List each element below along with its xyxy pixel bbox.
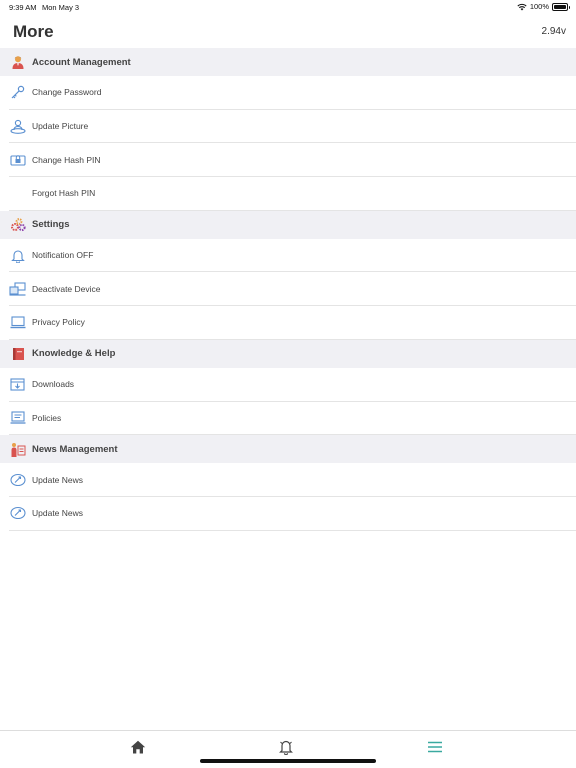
blank-icon [9,185,26,202]
menu-item-policies[interactable]: Policies [9,402,576,436]
menu-item-label: Change Password [32,87,102,98]
devices-icon [9,280,26,297]
menu-item-label: Notification OFF [32,250,94,261]
more-menu-list: Account Management Change Password Updat… [0,48,576,531]
laptop-icon [9,314,26,331]
menu-item-label: Change Hash PIN [32,154,101,165]
home-indicator [200,759,376,763]
document-icon [9,409,26,426]
status-indicators: 100% [517,2,570,11]
page-title: More [13,22,54,41]
menu-item-update-picture[interactable]: Update Picture [9,110,576,144]
bottom-tab-bar [0,730,576,768]
wifi-icon [517,3,527,10]
presenter-icon [10,441,26,457]
menu-item-label: Update News [32,508,84,519]
menu-item-downloads[interactable]: Downloads [9,368,576,402]
menu-item-notification-off[interactable]: Notification OFF [9,239,576,273]
section-label: News Management [32,443,118,455]
download-box-icon [9,376,26,393]
section-label: Account Management [32,56,131,68]
user-icon [10,54,26,70]
section-account-management: Account Management [0,48,576,76]
menu-item-privacy-policy[interactable]: Privacy Policy [9,306,576,340]
picture-upload-icon [9,118,26,135]
status-bar: 9:39 AM Mon May 3 100% [0,0,576,14]
battery-icon [552,2,570,11]
menu-item-label: Downloads [32,379,75,390]
menu-item-label: Deactivate Device [32,283,101,294]
section-knowledge-help: Knowledge & Help [0,339,576,368]
menu-item-label: Update Picture [32,121,89,132]
tab-home[interactable] [128,737,148,757]
header: More 2.94v [0,14,576,48]
section-label: Knowledge & Help [32,348,116,360]
menu-item-label: Privacy Policy [32,317,85,328]
menu-item-change-password[interactable]: Change Password [9,76,576,110]
key-icon [9,84,26,101]
book-icon [10,346,26,362]
section-label: Settings [32,219,70,231]
menu-item-update-news[interactable]: Update News [9,463,576,497]
menu-item-update-news[interactable]: Update News [9,497,576,531]
bell-icon [279,740,293,755]
menu-item-forgot-hash-pin[interactable]: Forgot Hash PIN [9,177,576,211]
status-date: Mon May 3 [42,3,80,12]
refresh-icon [9,471,26,488]
tab-notifications[interactable] [276,737,296,757]
app-version: 2.94v [541,26,566,37]
gears-icon [10,217,26,233]
menu-item-label: Policies [32,412,62,423]
menu-item-change-hash-pin[interactable]: Change Hash PIN [9,143,576,178]
bell-icon [9,247,26,264]
status-time: 9:39 AM [9,3,37,12]
menu-item-deactivate-device[interactable]: Deactivate Device [9,272,576,307]
menu-icon [428,741,442,753]
section-news-management: News Management [0,435,576,464]
menu-item-label: Update News [32,474,84,485]
menu-item-label: Forgot Hash PIN [32,188,96,199]
home-icon [130,740,146,754]
lock-screen-icon [9,151,26,168]
tab-more[interactable] [425,737,445,757]
section-settings: Settings [0,210,576,239]
refresh-icon [9,505,26,522]
battery-percent: 100% [529,2,549,11]
